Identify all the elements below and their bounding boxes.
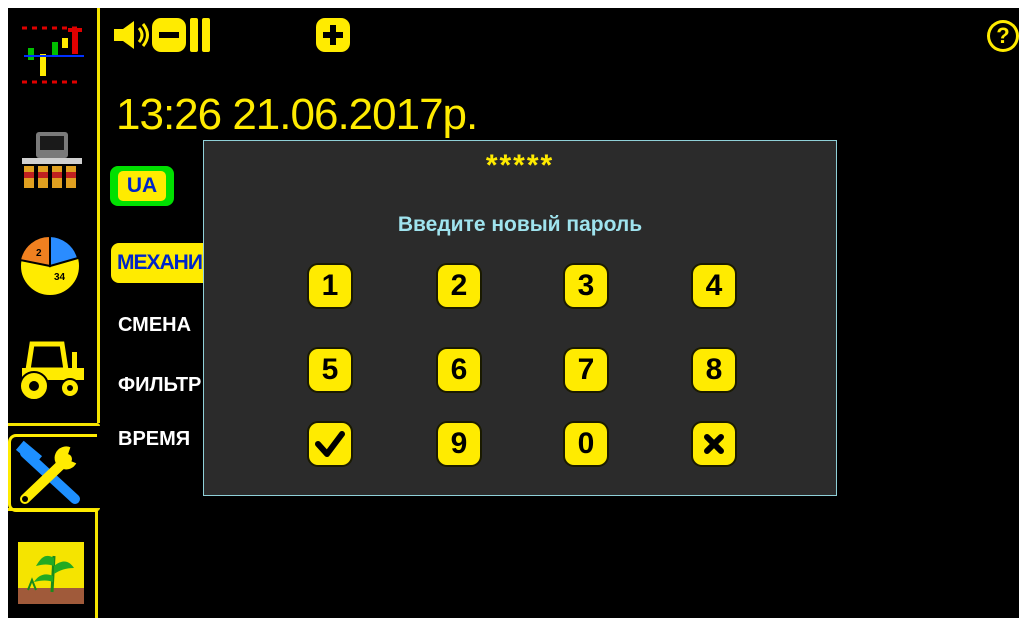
sidebar-divider (95, 508, 98, 618)
checkmark-icon (315, 431, 345, 457)
language-button[interactable]: UA (110, 166, 174, 206)
menu-shift[interactable]: СМЕНА (118, 314, 191, 337)
password-dialog: ***** Введите новый пароль 1 2 3 4 5 6 7… (203, 140, 837, 496)
tractor-icon (19, 341, 84, 401)
sidebar-divider (8, 423, 100, 426)
monitoring-chart-icon (22, 26, 84, 84)
seeder-sensors-icon (22, 132, 82, 188)
settings-tools-icon (15, 440, 80, 504)
terminal-screen: 2 34 ? 13:26 21.06.2017р. UA МЕХАНИК СМЕ… (8, 8, 1019, 618)
password-prompt: Введите новый пароль (397, 213, 643, 236)
volume-bar (190, 18, 198, 52)
role-label: МЕХАНИК (117, 251, 215, 274)
speaker-icon (114, 21, 149, 49)
datetime-display: 13:26 21.06.2017р. (116, 90, 478, 139)
volume-bar (202, 18, 210, 52)
password-mask: ***** (485, 149, 555, 182)
volume-down-button[interactable] (152, 18, 186, 52)
menu-filter[interactable]: ФИЛЬТР (118, 374, 201, 397)
sidebar-item-seeder[interactable] (14, 128, 90, 198)
volume-up-button[interactable] (316, 18, 350, 52)
key-6[interactable]: 6 (438, 349, 480, 391)
language-label: UA (118, 171, 166, 201)
key-2[interactable]: 2 (438, 265, 480, 307)
key-0[interactable]: 0 (565, 423, 607, 465)
key-8[interactable]: 8 (693, 349, 735, 391)
key-4[interactable]: 4 (693, 265, 735, 307)
key-9[interactable]: 9 (438, 423, 480, 465)
pie-label: 34 (54, 272, 66, 283)
help-button[interactable]: ? (987, 20, 1019, 52)
pie-label: 2 (36, 248, 42, 259)
sidebar-item-settings[interactable] (8, 434, 97, 512)
key-3[interactable]: 3 (565, 265, 607, 307)
sidebar-item-area[interactable]: 2 34 (14, 230, 90, 300)
menu-time[interactable]: ВРЕМЯ (118, 428, 190, 451)
key-5[interactable]: 5 (309, 349, 351, 391)
help-icon: ? (990, 23, 1016, 49)
volume-button[interactable] (112, 18, 152, 52)
confirm-button[interactable] (309, 423, 351, 465)
minus-icon (159, 32, 179, 38)
sidebar-divider (97, 8, 100, 423)
sidebar: 2 34 (8, 8, 100, 618)
sidebar-item-monitoring[interactable] (14, 20, 90, 90)
cancel-button[interactable] (693, 423, 735, 465)
plus-icon (323, 25, 343, 45)
close-icon (704, 434, 724, 454)
sidebar-item-crop[interactable] (14, 536, 90, 606)
sidebar-item-tractor[interactable] (14, 334, 90, 404)
area-pie-icon: 2 34 (18, 234, 81, 297)
key-1[interactable]: 1 (309, 265, 351, 307)
key-7[interactable]: 7 (565, 349, 607, 391)
crop-field-icon (18, 542, 84, 604)
